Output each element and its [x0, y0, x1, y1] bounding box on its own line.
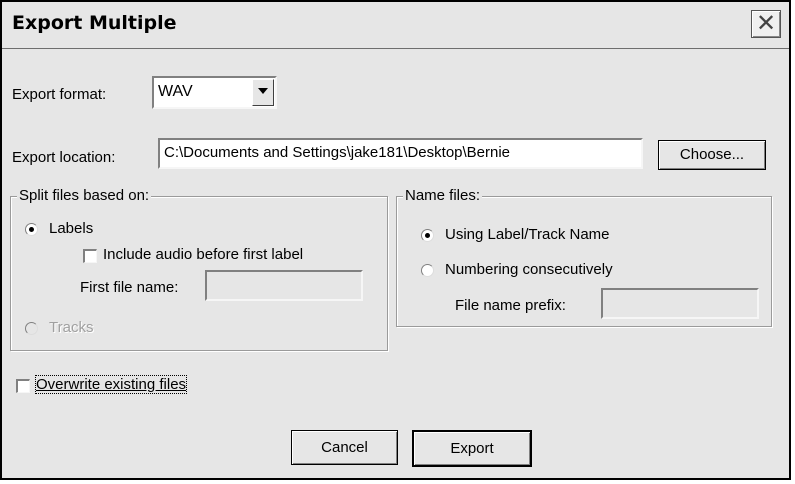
title-bar[interactable]: Export Multiple ✕: [2, 2, 789, 49]
close-icon: ✕: [755, 9, 777, 37]
labels-radio[interactable]: [25, 223, 38, 236]
export-location-input[interactable]: C:\Documents and Settings\jake181\Deskto…: [158, 138, 643, 169]
file-name-prefix-label: File name prefix:: [455, 297, 566, 314]
overwrite-checkbox[interactable]: [16, 379, 30, 393]
export-format-select[interactable]: WAV: [152, 76, 277, 109]
tracks-radio[interactable]: [25, 322, 38, 335]
using-label-option-label[interactable]: Using Label/Track Name: [445, 226, 610, 243]
numbering-option-label[interactable]: Numbering consecutively: [445, 261, 613, 278]
name-files-legend: Name files:: [403, 187, 483, 204]
export-format-value: WAV: [158, 83, 193, 100]
tracks-option-label[interactable]: Tracks: [49, 319, 93, 336]
split-files-legend: Split files based on:: [17, 187, 152, 204]
file-name-prefix-input[interactable]: [601, 288, 759, 319]
export-format-label: Export format:: [12, 86, 107, 103]
name-files-group: Name files: Using Label/Track Name Numbe…: [396, 187, 772, 327]
split-files-group: Split files based on: Labels Include aud…: [10, 187, 388, 351]
close-button[interactable]: ✕: [751, 10, 781, 38]
numbering-radio[interactable]: [421, 264, 434, 277]
export-location-label: Export location:: [12, 149, 116, 166]
first-file-name-label: First file name:: [80, 279, 179, 296]
first-file-name-input[interactable]: [205, 270, 363, 301]
include-audio-label[interactable]: Include audio before first label: [103, 246, 303, 263]
overwrite-label[interactable]: Overwrite existing files: [34, 375, 188, 394]
dialog-title: Export Multiple: [12, 12, 177, 34]
labels-option-label[interactable]: Labels: [49, 220, 93, 237]
export-button[interactable]: Export: [412, 430, 532, 467]
cancel-button[interactable]: Cancel: [291, 430, 398, 465]
choose-button[interactable]: Choose...: [658, 140, 766, 170]
export-multiple-dialog: Export Multiple ✕ Export format: WAV Exp…: [0, 0, 791, 480]
include-audio-checkbox[interactable]: [83, 249, 97, 263]
using-label-radio[interactable]: [421, 229, 434, 242]
chevron-down-icon[interactable]: [252, 79, 274, 106]
export-location-value: C:\Documents and Settings\jake181\Deskto…: [164, 144, 511, 161]
dialog-body: Export format: WAV Export location: C:\D…: [2, 49, 789, 478]
